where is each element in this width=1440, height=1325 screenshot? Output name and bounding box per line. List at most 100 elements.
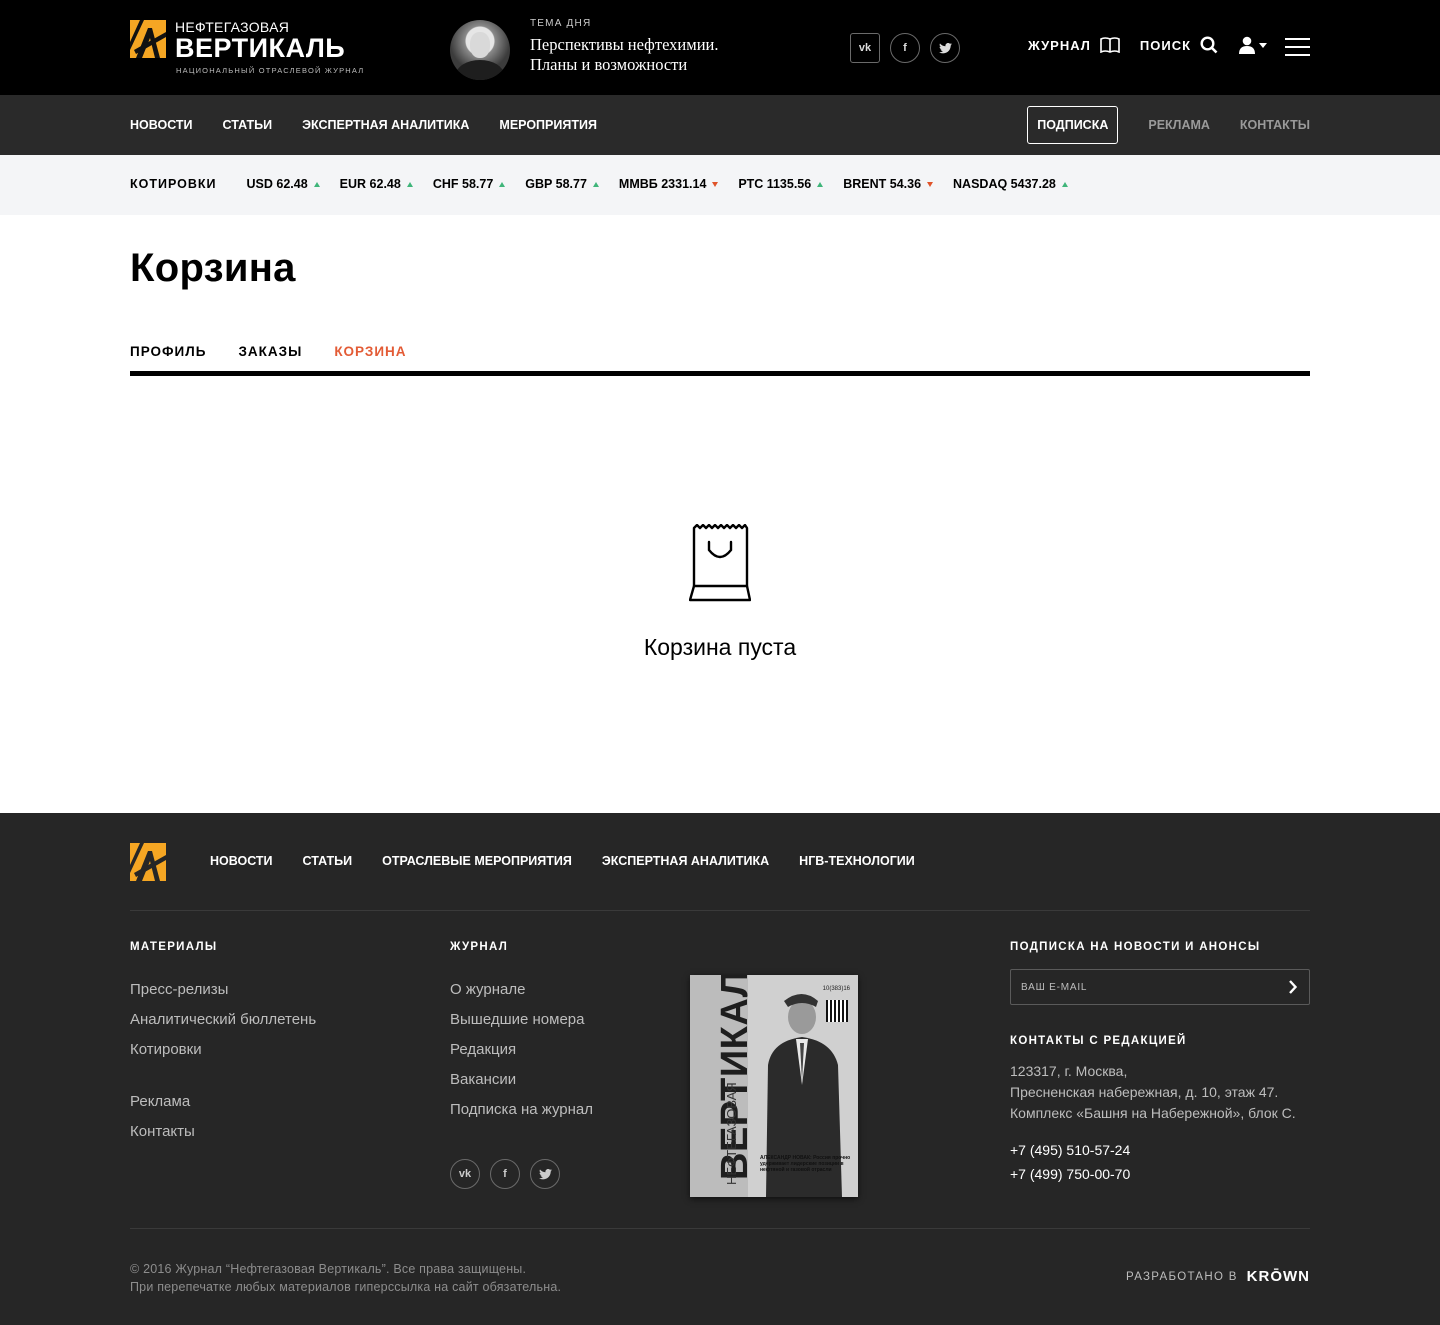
footer-link-quotes[interactable]: Котировки (130, 1035, 316, 1065)
phone-1[interactable]: +7 (495) 510-57-24 (1010, 1138, 1310, 1162)
trend-down-icon (927, 181, 934, 187)
address-line-2: Пресненская набережная, д. 10, этаж 47. (1010, 1084, 1279, 1100)
shopping-bag-icon (689, 524, 751, 602)
trend-up-icon (313, 181, 320, 187)
quote-item[interactable]: USD 62.48 (247, 177, 320, 191)
logo-tagline: НАЦИОНАЛЬНЫЙ ОТРАСЛЕВОЙ ЖУРНАЛ (176, 66, 365, 75)
trend-up-icon (499, 181, 506, 187)
search-label: ПОИСК (1139, 37, 1192, 53)
twitter-icon[interactable] (530, 1159, 560, 1189)
footer-logo-icon[interactable] (130, 843, 166, 881)
user-menu[interactable] (1238, 36, 1268, 54)
chevron-right-icon[interactable] (1288, 980, 1297, 994)
footer-bottom-divider (130, 1228, 1310, 1229)
footer-link-vacancies[interactable]: Вакансии (450, 1065, 593, 1095)
footer-nav-news[interactable]: НОВОСТИ (210, 854, 273, 868)
logo-line1: НЕФТЕГАЗОВАЯ (175, 19, 290, 35)
trend-up-icon (592, 181, 599, 187)
nav-item-news[interactable]: НОВОСТИ (130, 118, 193, 132)
vk-icon[interactable]: vk (850, 33, 880, 63)
facebook-icon[interactable]: f (890, 33, 920, 63)
facebook-icon[interactable]: f (490, 1159, 520, 1189)
footer: НОВОСТИ СТАТЬИ ОТРАСЛЕВЫЕ МЕРОПРИЯТИЯ ЭК… (0, 813, 1440, 1325)
nav-item-ads[interactable]: РЕКЛАМА (1148, 118, 1210, 132)
tab-orders[interactable]: ЗАКАЗЫ (238, 344, 302, 359)
main-nav: НОВОСТИ СТАТЬИ ЭКСПЕРТНАЯ АНАЛИТИКА МЕРО… (0, 95, 1440, 155)
user-icon (1239, 36, 1256, 54)
header-actions: ЖУРНАЛ ПОИСК (1028, 36, 1268, 54)
quote-item[interactable]: GBP 58.77 (525, 177, 599, 191)
quotes-list: КОТИРОВКИ USD 62.48 EUR 62.48 CHF 58.77 GBP… (130, 177, 1088, 191)
quote-value: GBP 58.77 (525, 177, 587, 191)
footer-nav-analytics[interactable]: ЭКСПЕРТНАЯ АНАЛИТИКА (602, 854, 769, 868)
developer-credit[interactable]: РАЗРАБОТАНО В KRŌWN (1126, 1268, 1310, 1285)
footer-link-ads[interactable]: Реклама (130, 1087, 316, 1117)
journal-cover[interactable]: ВЕРТИКАЛЬ НЕФТЕГАЗОВАЯ 10(383)16 АЛЕКСАН… (690, 975, 858, 1197)
copyright: © 2016 Журнал “Нефтегазовая Вертикаль”. … (130, 1260, 561, 1296)
footer-link-press[interactable]: Пресс-релизы (130, 975, 316, 1005)
quote-value: ММВБ 2331.14 (618, 177, 707, 191)
quote-item[interactable]: EUR 62.48 (340, 177, 413, 191)
nav-item-contacts[interactable]: КОНТАКТЫ (1240, 118, 1310, 132)
materials-heading: МАТЕРИАЛЫ (130, 941, 218, 953)
nav-item-events[interactable]: МЕРОПРИЯТИЯ (499, 118, 597, 132)
top-header: НЕФТЕГАЗОВАЯ ВЕРТИКАЛЬ НАЦИОНАЛЬНЫЙ ОТРА… (0, 0, 1440, 95)
logo-mark-icon (130, 20, 166, 58)
footer-link-editorial[interactable]: Редакция (450, 1035, 593, 1065)
topic-avatar (450, 20, 510, 80)
topic-title[interactable]: Перспективы нефтехимии. Планы и возможно… (530, 35, 718, 75)
nav-item-analytics[interactable]: ЭКСПЕРТНАЯ АНАЛИТИКА (302, 118, 469, 132)
tab-cart[interactable]: КОРЗИНА (334, 344, 406, 359)
quote-item[interactable]: CHF 58.77 (432, 177, 506, 191)
footer-nav-articles[interactable]: СТАТЬИ (303, 854, 353, 868)
footer-nav-ngv[interactable]: НГВ-ТЕХНОЛОГИИ (799, 854, 915, 868)
main-nav-right: ПОДПИСКА РЕКЛАМА КОНТАКТЫ (1027, 106, 1310, 144)
email-input[interactable] (1011, 970, 1271, 1004)
menu-icon[interactable] (1285, 38, 1310, 56)
quote-value: CHF 58.77 (432, 177, 494, 191)
footer-nav-events[interactable]: ОТРАСЛЕВЫЕ МЕРОПРИЯТИЯ (382, 854, 572, 868)
quote-value: USD 62.48 (246, 177, 308, 191)
quote-value: BRENT 54.36 (843, 177, 922, 191)
nav-item-articles[interactable]: СТАТЬИ (223, 118, 273, 132)
caret-down-icon (1259, 42, 1268, 48)
qr-code-icon (826, 1000, 848, 1022)
header-socials: vk f (850, 33, 960, 63)
search-icon (1200, 36, 1218, 54)
footer-subscribe: ПОДПИСКА НА НОВОСТИ И АНОНСЫ КОНТАКТЫ С … (1010, 941, 1310, 1186)
twitter-icon[interactable] (930, 33, 960, 63)
journal-heading: ЖУРНАЛ (450, 941, 509, 953)
trend-up-icon (1061, 181, 1068, 187)
vk-icon[interactable]: vk (450, 1159, 480, 1189)
site-logo[interactable]: НЕФТЕГАЗОВАЯ ВЕРТИКАЛЬ НАЦИОНАЛЬНЫЙ ОТРА… (130, 20, 364, 75)
search-link[interactable]: ПОИСК (1140, 36, 1218, 54)
quotes-bar: КОТИРОВКИ USD 62.48 EUR 62.48 CHF 58.77 GBP… (0, 155, 1440, 215)
book-icon (1100, 37, 1120, 53)
footer-link-about[interactable]: О журнале (450, 975, 593, 1005)
footer-journal: ЖУРНАЛ О журнале Вышедшие номера Редакци… (450, 941, 593, 1189)
address-line-1: 123317, г. Москва, (1010, 1063, 1128, 1079)
tab-profile[interactable]: ПРОФИЛЬ (130, 344, 206, 359)
cover-subtitle: НЕФТЕГАЗОВАЯ (724, 1082, 739, 1185)
logo-line2: ВЕРТИКАЛЬ (175, 33, 346, 63)
topic-label: ТЕМА ДНЯ (530, 18, 592, 29)
contacts-heading: КОНТАКТЫ С РЕДАКЦИЕЙ (1010, 1035, 1187, 1047)
quote-value: РТС 1135.56 (738, 177, 812, 191)
subscribe-heading: ПОДПИСКА НА НОВОСТИ И АНОНСЫ (1010, 941, 1261, 953)
footer-link-subscribe-journal[interactable]: Подписка на журнал (450, 1095, 593, 1125)
footer-link-issues[interactable]: Вышедшие номера (450, 1005, 593, 1035)
phone-2[interactable]: +7 (499) 750-00-70 (1010, 1162, 1310, 1186)
subscribe-button[interactable]: ПОДПИСКА (1027, 106, 1119, 144)
footer-link-bulletin[interactable]: Аналитический бюллетень (130, 1005, 316, 1035)
quote-item[interactable]: NASDAQ 5437.28 (953, 177, 1068, 191)
footer-divider (130, 910, 1310, 911)
quote-item[interactable]: BRENT 54.36 (843, 177, 934, 191)
quote-item[interactable]: ММВБ 2331.14 (619, 177, 719, 191)
empty-cart-message: Корзина пуста (643, 634, 797, 660)
footer-link-contacts[interactable]: Контакты (130, 1117, 316, 1147)
journal-link[interactable]: ЖУРНАЛ (1028, 37, 1120, 53)
quote-item[interactable]: РТС 1135.56 (738, 177, 824, 191)
trend-up-icon (817, 181, 824, 187)
address-line-3: Комплекс «Башня на Набережной», блок С. (1010, 1105, 1296, 1121)
topic-of-day[interactable]: ТЕМА ДНЯ Перспективы нефтехимии. Планы и… (450, 18, 718, 80)
